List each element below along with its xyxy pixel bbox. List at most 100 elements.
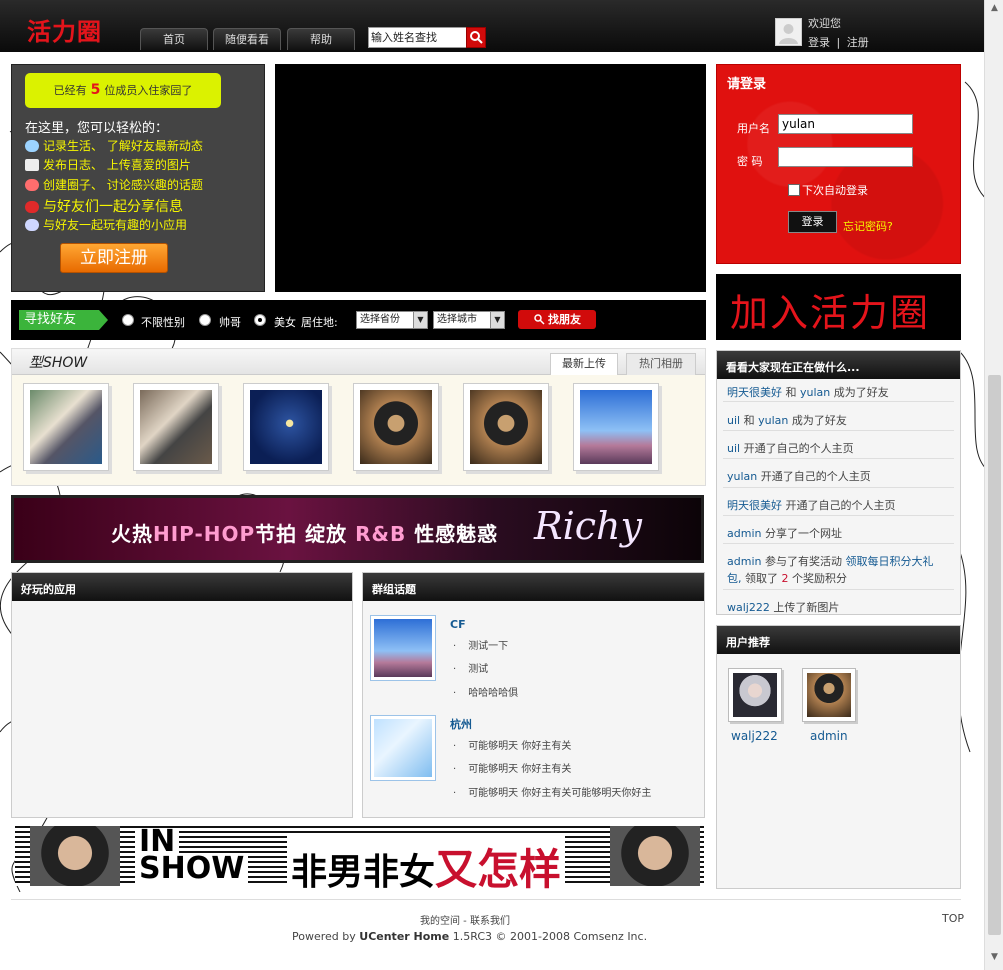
search-button[interactable] <box>466 27 486 48</box>
group-name[interactable]: 杭州 <box>450 716 472 732</box>
badge-suffix: 位成员入住家园了 <box>104 84 193 97</box>
tab-latest-uploads[interactable]: 最新上传 <box>550 353 618 375</box>
photo-thumbnail[interactable] <box>243 383 329 471</box>
join-banner[interactable]: 加入活力圈 <box>716 274 961 340</box>
photo-image <box>140 390 212 464</box>
tab-popular-albums[interactable]: 热门相册 <box>626 353 696 375</box>
province-select-value: 选择省份 <box>360 314 400 325</box>
footer-links[interactable]: 我的空间 - 联系我们 <box>420 912 510 927</box>
recommended-user-avatar[interactable] <box>728 668 782 722</box>
scroll-up-arrow-icon[interactable]: ▲ <box>988 3 1001 16</box>
nav-browse[interactable]: 随便看看 <box>213 28 281 50</box>
group-name[interactable]: CF <box>450 618 466 631</box>
photo-show-title: 型SHOW <box>29 355 88 371</box>
back-to-top-link[interactable]: TOP <box>942 912 964 925</box>
feed-item-continued: 包, 领取了 2 个奖励积分 <box>727 570 847 586</box>
recommended-user-name[interactable]: walj222 <box>731 729 778 743</box>
photo-thumbnail[interactable] <box>353 383 439 471</box>
login-link[interactable]: 登录 <box>808 36 830 49</box>
recommended-user-avatar[interactable] <box>802 668 856 722</box>
feed-points-count: 2 <box>781 572 789 585</box>
feed-activity-link[interactable]: 领取每日积分大礼 <box>845 555 933 568</box>
feed-user-link[interactable]: uil <box>727 442 740 455</box>
auto-login-option[interactable]: 下次自动登录 <box>788 182 868 198</box>
feed-user-link[interactable]: yulan <box>758 414 788 427</box>
search-input[interactable]: 输入姓名查找 <box>368 27 467 48</box>
activity-feed-title: 看看大家现在正在做什么... <box>717 351 960 379</box>
hiphop-ad-banner[interactable]: 火热HIP-HOP节拍 绽放 R&B 性感魅惑 Richy <box>11 495 704 563</box>
document-icon <box>25 159 39 171</box>
join-banner-text: 加入活力圈 <box>730 291 931 335</box>
fun-apps-title: 好玩的应用 <box>12 573 352 601</box>
welcome-text: 欢迎您 <box>808 17 841 30</box>
avatar <box>733 673 777 717</box>
nav-help[interactable]: 帮助 <box>287 28 355 50</box>
topic-link[interactable]: 测试 <box>453 660 488 675</box>
inshow-slogan-red: 又怎样 <box>435 845 562 894</box>
portrait-image <box>610 826 700 886</box>
hiphop-tag: HIP-HOP <box>153 522 256 546</box>
divider <box>723 589 954 590</box>
auto-login-checkbox[interactable] <box>788 184 800 196</box>
user-recommend-box: 用户推荐 walj222 admin <box>716 625 961 889</box>
forgot-password-link[interactable]: 忘记密码? <box>843 218 893 234</box>
vertical-scrollbar[interactable]: ▲ ▼ <box>984 0 1003 970</box>
find-friends-label: 寻找好友 <box>19 310 108 330</box>
search-icon <box>534 314 545 325</box>
gender-label-female: 美女 <box>274 316 296 329</box>
feed-activity-link[interactable]: 包, <box>727 572 742 585</box>
register-now-button[interactable]: 立即注册 <box>60 243 168 273</box>
feed-action-text: 分享了一个网址 <box>764 527 842 540</box>
scroll-thumb[interactable] <box>988 375 1001 935</box>
product-link[interactable]: UCenter Home <box>359 930 449 943</box>
gender-radio-male[interactable] <box>199 314 211 326</box>
nav-home[interactable]: 首页 <box>140 28 208 50</box>
topic-link[interactable]: 可能够明天 你好主有关 <box>453 737 571 752</box>
inshow-show-text: SHOW <box>135 854 249 884</box>
feed-item: admin 参与了有奖活动 领取每日积分大礼 <box>727 553 933 569</box>
feed-user-link[interactable]: yulan <box>727 470 757 483</box>
photo-thumbnail[interactable] <box>573 383 659 471</box>
feed-user-link[interactable]: admin <box>727 555 761 568</box>
find-friends-button[interactable]: 找朋友 <box>518 310 596 329</box>
topic-link[interactable]: 测试一下 <box>453 637 508 652</box>
feed-user-link[interactable]: 明天很美好 <box>727 499 782 512</box>
version-text: 1.5RC3 © 2001-2008 Comsenz Inc. <box>452 930 648 943</box>
login-submit-button[interactable]: 登录 <box>788 211 837 233</box>
feed-user-link[interactable]: walj222 <box>727 601 770 614</box>
find-friends-bar: 寻找好友 不限性别 帅哥 美女 居住地: 选择省份 ▼ 选择城市 ▼ 找朋友 <box>11 300 706 340</box>
site-logo[interactable]: 活力圈 <box>27 12 102 47</box>
search-icon <box>470 31 483 44</box>
user-avatar[interactable] <box>775 18 802 46</box>
login-title: 请登录 <box>727 77 767 92</box>
group-image[interactable] <box>370 715 436 781</box>
default-avatar-icon <box>779 24 798 44</box>
group-image[interactable] <box>370 615 436 681</box>
username-field[interactable]: yulan <box>778 114 913 134</box>
topic-link[interactable]: 可能够明天 你好主有关 <box>453 760 571 775</box>
photo-thumbnail[interactable] <box>23 383 109 471</box>
gender-radio-any[interactable] <box>122 314 134 326</box>
feed-user-link[interactable]: uil <box>727 414 740 427</box>
topic-link[interactable]: 哈哈哈哈俱 <box>453 684 518 699</box>
intro-line-text: 发布日志、 上传喜爱的图片 <box>43 158 191 172</box>
inshow-ad-banner[interactable]: IN SHOW 非男非女又怎样 <box>15 826 704 897</box>
scroll-down-arrow-icon[interactable]: ▼ <box>988 952 1001 965</box>
intro-line-text: 与好友们一起分享信息 <box>43 199 183 215</box>
province-select[interactable]: 选择省份 ▼ <box>356 311 428 329</box>
feed-user-link[interactable]: 明天很美好 <box>727 386 782 399</box>
city-select[interactable]: 选择城市 ▼ <box>433 311 505 329</box>
rnb-tag: R&B <box>355 522 407 546</box>
recommended-user-name[interactable]: admin <box>810 729 848 743</box>
gender-radio-female[interactable] <box>254 314 266 326</box>
feed-action-text: 开通了自己的个人主页 <box>760 470 871 483</box>
feed-user-link[interactable]: yulan <box>800 386 830 399</box>
password-field[interactable] <box>778 147 913 167</box>
member-count-badge: 已经有 5 位成员入住家园了 <box>25 73 221 108</box>
photo-thumbnail[interactable] <box>133 383 219 471</box>
feed-user-link[interactable]: admin <box>727 527 761 540</box>
topic-link[interactable]: 可能够明天 你好主有关可能够明天你好主 <box>453 784 651 799</box>
video-player[interactable] <box>275 64 706 292</box>
register-link[interactable]: 注册 <box>847 36 869 49</box>
photo-thumbnail[interactable] <box>463 383 549 471</box>
